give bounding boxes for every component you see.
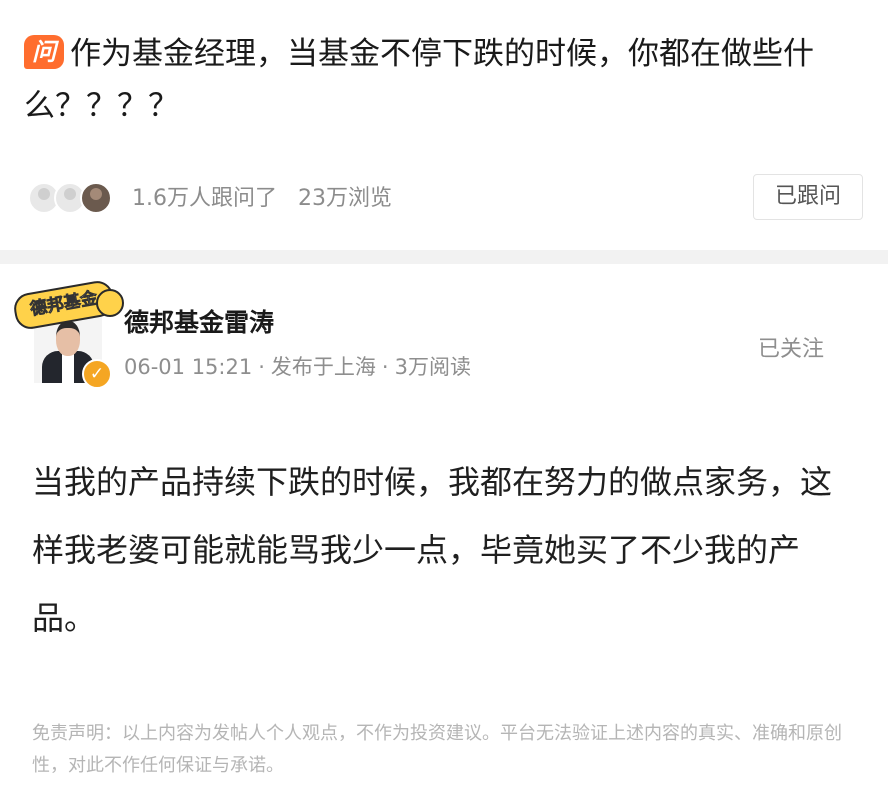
question-title[interactable]: 作为基金经理，当基金不停下跌的时候，你都在做些什么？？？？ xyxy=(24,36,814,124)
post-meta: 06-01 15:21 · 发布于上海 · 3万阅读 xyxy=(124,351,471,381)
question-badge-icon: 问 xyxy=(24,35,64,69)
meta-separator: · xyxy=(258,355,265,379)
followed-question-button[interactable]: 已跟问 xyxy=(753,174,863,220)
question-meta-row: 1.6万人跟问了 23万浏览 已跟问 xyxy=(28,174,863,220)
follower-avatar-photo xyxy=(80,182,112,214)
mascot-icon xyxy=(96,289,124,317)
question-stats: 1.6万人跟问了 23万浏览 xyxy=(132,180,406,212)
disclaimer-text: 免责声明：以上内容为发帖人个人观点，不作为投资建议。平台无法验证上述内容的真实、… xyxy=(32,723,842,776)
avatar-head xyxy=(56,321,80,356)
author-name[interactable]: 德邦基金雷涛 xyxy=(124,303,274,339)
follow-status-button[interactable]: 已关注 xyxy=(758,331,824,363)
section-divider xyxy=(0,250,888,264)
follower-count: 1.6万人跟问了 xyxy=(132,186,277,211)
question-title-block: 问作为基金经理，当基金不停下跌的时候，你都在做些什么？？？？ xyxy=(24,28,864,132)
verified-badge-icon: ✓ xyxy=(82,359,112,389)
post-location: 发布于上海 xyxy=(270,355,376,379)
author-header: 德邦基金 ✓ 德邦基金雷涛 06-01 15:21 · 发布于上海 · 3万阅读 已关注 xyxy=(10,278,870,397)
answer-text: 当我的产品持续下跌的时候，我都在努力的做点家务，这样我老婆可能就能骂我少一点，毕… xyxy=(32,463,833,637)
read-count: 3万阅读 xyxy=(394,355,471,379)
follower-avatars xyxy=(28,182,118,214)
meta-separator: · xyxy=(381,355,389,379)
post-date: 06-01 15:21 xyxy=(124,355,253,379)
view-count: 23万浏览 xyxy=(298,186,392,211)
